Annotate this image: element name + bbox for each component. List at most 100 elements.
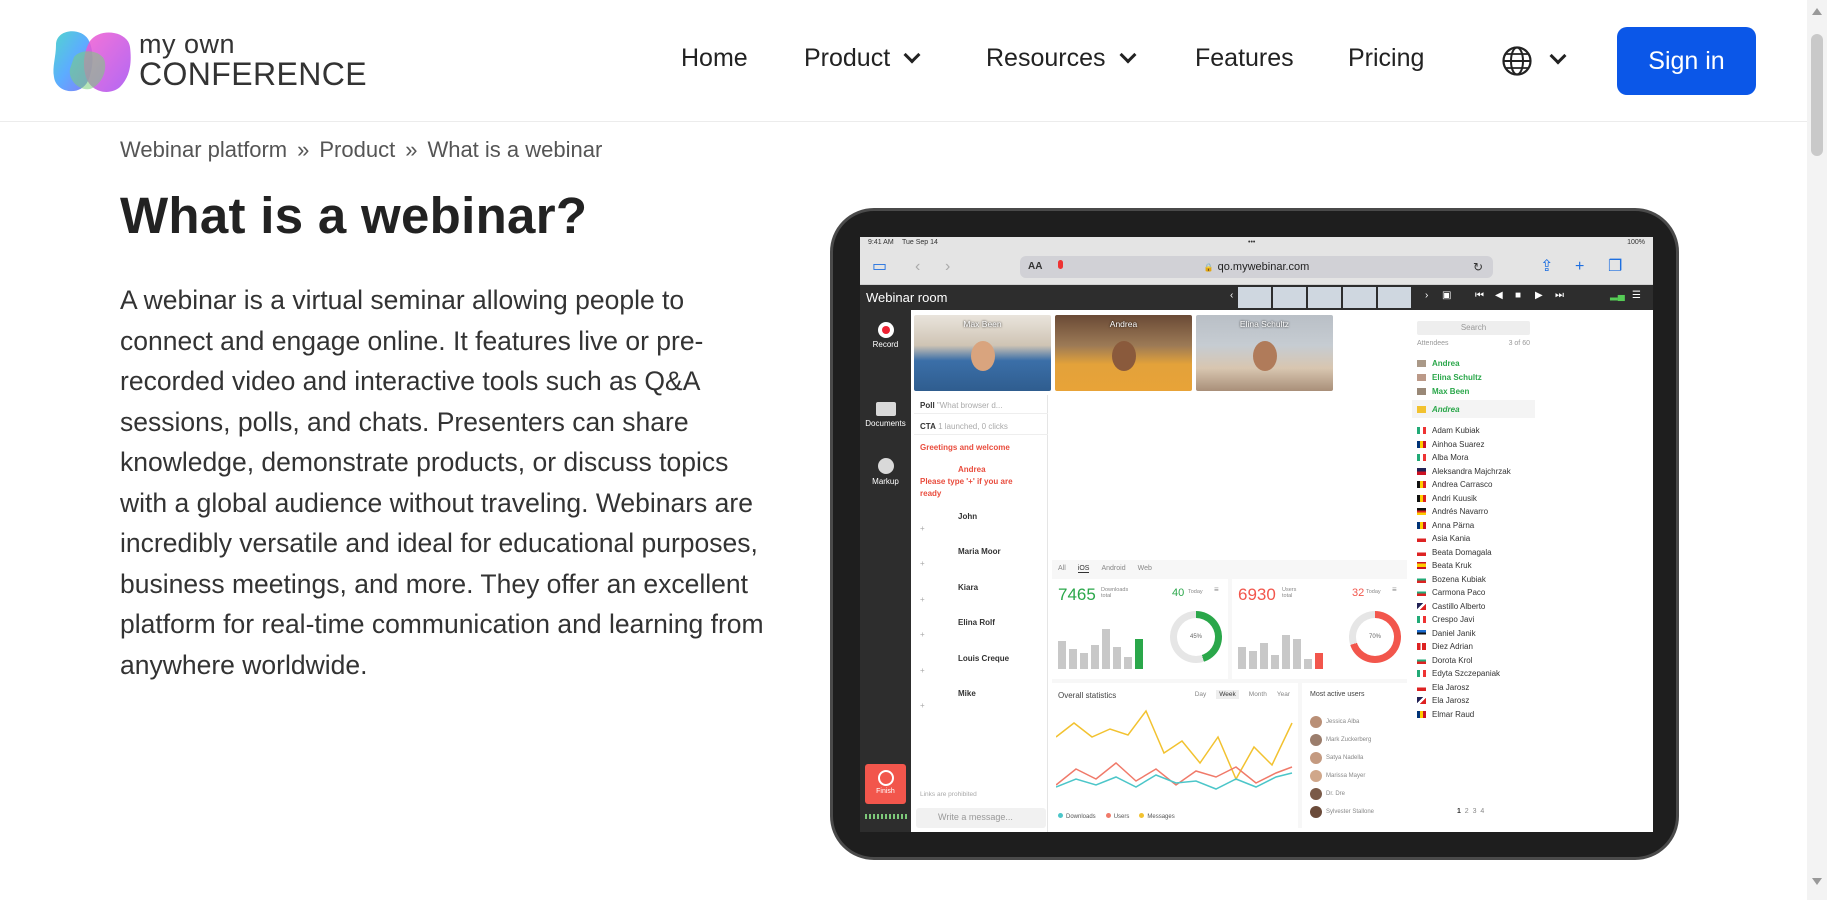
reader-aa[interactable]: AA [1028, 261, 1042, 272]
attendee-row[interactable]: Elmar Raud [1417, 708, 1530, 721]
poll-row[interactable]: Poll "What browser d... [920, 401, 1002, 410]
attendee-row[interactable]: Crespo Javi [1417, 613, 1530, 626]
attendee-row[interactable]: Andrés Navarro [1417, 505, 1530, 518]
play-back-icon[interactable]: ◀ [1495, 290, 1503, 301]
scroll-up-arrow-icon[interactable] [1812, 8, 1822, 15]
nav-product[interactable]: Product [804, 44, 921, 73]
attendee-row[interactable]: Ela Jarosz [1417, 694, 1530, 707]
page-4[interactable]: 4 [1480, 808, 1484, 815]
language-chevron-down-icon[interactable] [1549, 47, 1567, 65]
overall-line-chart [1056, 709, 1293, 790]
markup-button[interactable]: Markup [860, 458, 911, 486]
breadcrumb-webinar-platform[interactable]: Webinar platform [120, 137, 287, 163]
cta-row[interactable]: CTA 1 launched, 0 clicks [920, 422, 1008, 431]
attendee-row[interactable]: Beata Kruk [1417, 559, 1530, 572]
attendee-row[interactable]: Andri Kuusik [1417, 492, 1530, 505]
back-arrow-icon[interactable]: ‹ [915, 257, 920, 277]
period-week[interactable]: Week [1216, 690, 1239, 699]
tab-android[interactable]: Android [1101, 565, 1125, 572]
chat-panel: Poll "What browser d... CTA 1 launched, … [914, 395, 1048, 832]
attendee-row[interactable]: Ela Jarosz [1417, 681, 1530, 694]
image-icon[interactable]: ▣ [1442, 290, 1451, 301]
microphone-icon[interactable] [1058, 260, 1063, 269]
downloads-series-line [1056, 772, 1293, 790]
period-month[interactable]: Month [1249, 691, 1267, 698]
sign-in-button[interactable]: Sign in [1617, 27, 1756, 95]
attendee-row[interactable]: Carmona Paco [1417, 586, 1530, 599]
record-button[interactable]: Record [860, 322, 911, 349]
sidebar-toggle-icon[interactable]: ▭ [872, 257, 887, 277]
new-tab-plus-icon[interactable]: + [1575, 257, 1584, 277]
presenter-row[interactable]: Elina Schultz [1417, 371, 1530, 384]
attendee-row[interactable]: Diez Adrian [1417, 640, 1530, 653]
address-bar[interactable]: AA 🔒 qo.mywebinar.com ↻ [1020, 256, 1493, 278]
share-icon[interactable]: ⇪ [1540, 257, 1553, 277]
page-2[interactable]: 2 [1465, 808, 1469, 815]
attendee-row[interactable]: Ainhoa Suarez [1417, 438, 1530, 451]
documents-button[interactable]: Documents [860, 402, 911, 428]
finish-button[interactable]: Finish [865, 764, 906, 804]
globe-icon[interactable] [1501, 45, 1533, 77]
attendee-row[interactable]: Alba Mora [1417, 451, 1530, 464]
attendee-row[interactable]: Asia Kania [1417, 532, 1530, 545]
menu-icon[interactable]: ☰ [1632, 290, 1641, 301]
attendee-row[interactable]: Aleksandra Majchrzak [1417, 465, 1530, 478]
presenter-row[interactable]: Max Been [1417, 385, 1530, 398]
flag-icon [1417, 481, 1426, 488]
page-scrollbar[interactable] [1807, 0, 1827, 900]
slides-prev-icon[interactable]: ‹ [1230, 290, 1233, 301]
legend-dot [1139, 813, 1145, 818]
breadcrumb-product[interactable]: Product [319, 137, 395, 163]
nav-features[interactable]: Features [1195, 44, 1294, 73]
forward-arrow-icon[interactable]: › [945, 257, 950, 277]
scrollbar-thumb[interactable] [1811, 34, 1823, 156]
attendee-row[interactable]: Daniel Janik [1417, 627, 1530, 640]
tabs-icon[interactable]: ❐ [1608, 257, 1622, 277]
poll-text: "What browser d... [936, 401, 1003, 410]
attendees-search-input[interactable]: Search [1417, 321, 1530, 335]
presenter-name: Max Been [1432, 387, 1470, 396]
nav-home[interactable]: Home [681, 44, 748, 73]
page-1[interactable]: 1 [1457, 808, 1461, 815]
attendee-row[interactable]: Beata Domagala [1417, 546, 1530, 559]
video-tile[interactable]: Max Been [914, 315, 1051, 391]
legend-dot [1058, 813, 1063, 818]
stop-icon[interactable]: ■ [1515, 290, 1521, 301]
tab-web[interactable]: Web [1138, 565, 1152, 572]
attendee-row[interactable]: Adam Kubiak [1417, 424, 1530, 437]
play-icon[interactable]: ▶ [1535, 290, 1543, 301]
reload-icon[interactable]: ↻ [1473, 260, 1483, 274]
menu-icon[interactable]: ≡ [1214, 586, 1219, 594]
tab-all[interactable]: All [1058, 565, 1066, 572]
skip-back-icon[interactable]: ⏮ [1475, 290, 1484, 301]
tab-ios[interactable]: iOS [1077, 565, 1090, 573]
logo[interactable]: my own CONFERENCE [50, 27, 367, 97]
menu-icon[interactable]: ≡ [1392, 586, 1397, 594]
attendee-row[interactable]: Castillo Alberto [1417, 600, 1530, 613]
attendee-row[interactable]: Bozena Kubiak [1417, 573, 1530, 586]
flag-icon [1417, 521, 1426, 529]
current-user[interactable]: Andrea [1417, 403, 1530, 416]
video-tile[interactable]: Andrea [1055, 315, 1192, 391]
attendee-row[interactable]: Edyta Szczepaniak [1417, 667, 1530, 680]
attendee-row[interactable]: Dorota Krol [1417, 654, 1530, 667]
scroll-down-arrow-icon[interactable] [1812, 878, 1822, 885]
chat-message-input[interactable]: Write a message... [916, 808, 1046, 828]
attendees-pagination: 1 2 3 4 [1457, 808, 1484, 815]
skip-forward-icon[interactable]: ⏭ [1555, 290, 1564, 301]
host-message-line-2: ready [920, 489, 942, 498]
period-year[interactable]: Year [1277, 691, 1290, 698]
slides-next-icon[interactable]: › [1425, 290, 1428, 301]
video-name: Andrea [1109, 319, 1138, 329]
users-today: 32 [1352, 587, 1365, 599]
period-day[interactable]: Day [1195, 691, 1207, 698]
nav-pricing[interactable]: Pricing [1348, 44, 1424, 73]
status-dots: ••• [1248, 239, 1256, 246]
nav-resources[interactable]: Resources [986, 44, 1136, 73]
video-tile[interactable]: Elina Schultz [1196, 315, 1333, 391]
attendee-row[interactable]: Andrea Carrasco [1417, 478, 1530, 491]
page-3[interactable]: 3 [1473, 808, 1477, 815]
attendee-row[interactable]: Anna Pärna [1417, 519, 1530, 532]
slide-thumbnails[interactable] [1238, 287, 1411, 308]
presenter-row[interactable]: Andrea [1417, 357, 1530, 370]
